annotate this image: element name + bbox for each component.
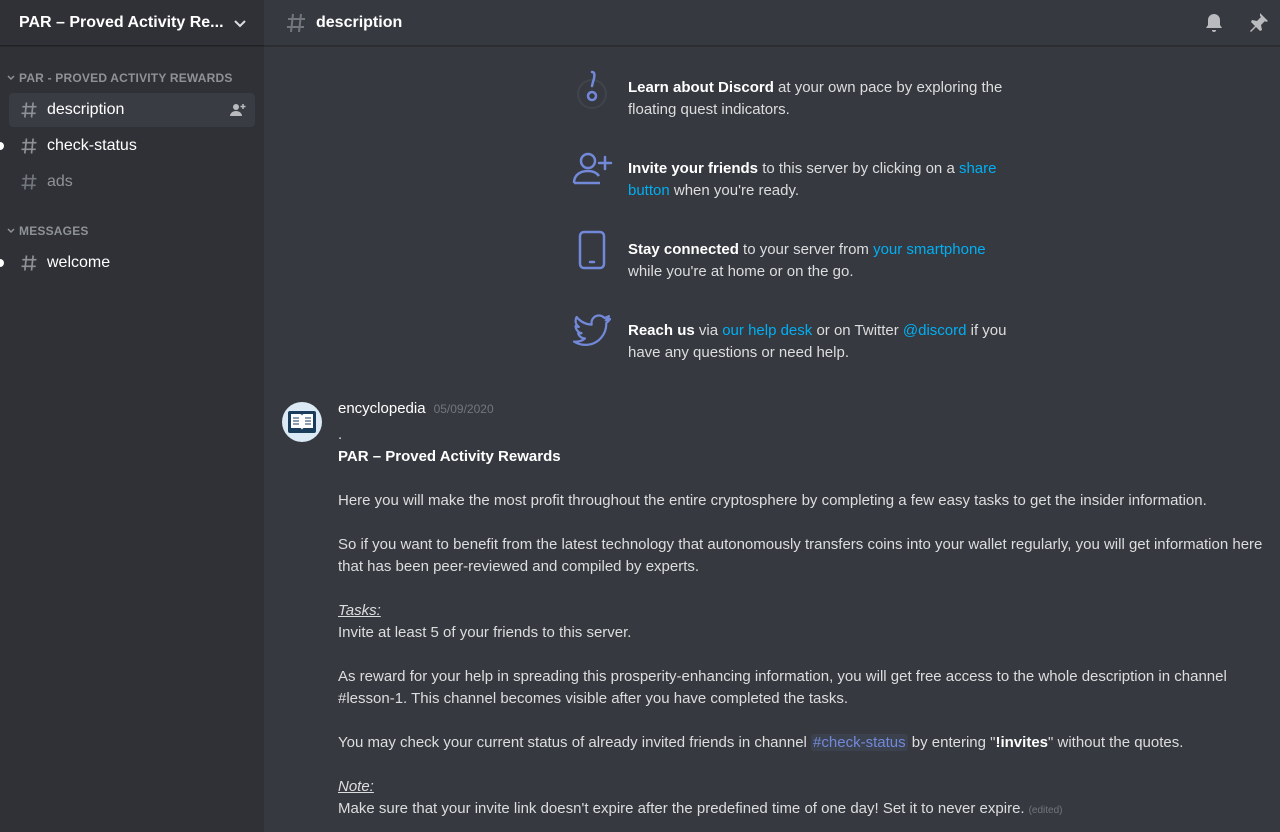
- sidebar-channel-welcome[interactable]: welcome: [0, 246, 255, 280]
- message-text: by entering ": [907, 734, 996, 751]
- smartphone-icon: [570, 228, 614, 272]
- tip-bold: Learn about Discord: [628, 79, 774, 96]
- category-label: MESSAGES: [19, 224, 89, 238]
- message-title: PAR – Proved Activity Rewards: [338, 448, 561, 465]
- hash-icon: [21, 255, 37, 271]
- add-friend-icon: [570, 147, 614, 191]
- message-timestamp: 05/09/2020: [433, 402, 494, 416]
- tip-learn: Learn about Discord at your own pace by …: [570, 66, 1020, 121]
- tip-bold: Invite your friends: [628, 160, 759, 177]
- channel-label: check-status: [47, 137, 137, 154]
- channel-sidebar: PAR – Proved Activity Re... PAR - PROVED…: [0, 0, 264, 832]
- tip-body: while you're at home or on the go.: [628, 263, 854, 280]
- category-par[interactable]: PAR - PROVED ACTIVITY REWARDS: [0, 68, 264, 88]
- category-label: PAR - PROVED ACTIVITY REWARDS: [19, 71, 233, 85]
- pin-icon[interactable]: [1246, 11, 1270, 35]
- message-paragraph: Make sure that your invite link doesn't …: [338, 798, 1272, 822]
- channel-label: ads: [47, 173, 73, 190]
- unread-indicator: [0, 142, 4, 150]
- chevron-down-icon: [7, 228, 15, 234]
- message-text: " without the quotes.: [1048, 734, 1184, 751]
- hash-icon: [287, 13, 305, 32]
- hash-icon: [21, 174, 37, 190]
- category-messages[interactable]: MESSAGES: [0, 221, 264, 241]
- tip-body: when you're ready.: [669, 182, 800, 199]
- tip-bold: Stay connected: [628, 241, 739, 258]
- avatar[interactable]: [282, 402, 322, 442]
- tip-invite: Invite your friends to this server by cl…: [570, 147, 1020, 202]
- tip-body: via: [694, 322, 723, 339]
- help-desk-link[interactable]: our help desk: [722, 322, 812, 339]
- tip-body: to your server from: [738, 241, 874, 258]
- bell-icon[interactable]: [1202, 11, 1226, 35]
- sidebar-channel-check-status[interactable]: check-status: [0, 129, 255, 163]
- server-name: PAR – Proved Activity Re...: [19, 13, 224, 31]
- message-author[interactable]: encyclopedia: [338, 400, 426, 417]
- unread-indicator: [0, 259, 4, 267]
- message-content: . PAR – Proved Activity Rewards Here you…: [338, 424, 1272, 822]
- chat-message: encyclopedia 05/09/2020 . PAR – Proved A…: [282, 398, 1272, 822]
- book-icon: [288, 411, 316, 433]
- twitter-handle-link[interactable]: @discord: [903, 322, 967, 339]
- smartphone-link[interactable]: your smartphone: [873, 241, 986, 258]
- message-text: Make sure that your invite link doesn't …: [338, 800, 1025, 817]
- edited-label: (edited): [1028, 805, 1063, 816]
- tasks-label: Tasks:: [338, 602, 381, 619]
- tip-body: or on Twitter: [812, 322, 903, 339]
- hash-icon: [21, 102, 37, 118]
- tip-reach: Reach us via our help desk or on Twitter…: [570, 309, 1020, 364]
- channel-label: welcome: [47, 254, 111, 271]
- message-paragraph: Here you will make the most profit throu…: [338, 492, 1207, 509]
- tip-connected: Stay connected to your server from your …: [570, 228, 1020, 283]
- command-text: !invites: [995, 734, 1048, 751]
- message-paragraph: You may check your current status of alr…: [338, 732, 1272, 754]
- message-paragraph: As reward for your help in spreading thi…: [338, 668, 1227, 707]
- quest-icon: [570, 66, 614, 110]
- create-invite-icon[interactable]: [229, 101, 247, 119]
- message-paragraph: So if you want to benefit from the lates…: [338, 536, 1263, 575]
- welcome-tips: Learn about Discord at your own pace by …: [570, 66, 1020, 390]
- channel-label: description: [47, 101, 125, 118]
- channel-header: description: [264, 0, 1280, 46]
- chevron-down-icon: [7, 75, 15, 81]
- server-header[interactable]: PAR – Proved Activity Re...: [0, 0, 264, 46]
- hash-icon: [21, 138, 37, 154]
- note-label: Note:: [338, 778, 374, 795]
- message-paragraph: Invite at least 5 of your friends to thi…: [338, 624, 632, 641]
- sidebar-channel-description[interactable]: description: [9, 93, 255, 127]
- chevron-down-icon: [234, 19, 246, 27]
- channel-title: description: [316, 13, 403, 31]
- tip-bold: Reach us: [628, 322, 695, 339]
- message-line: .: [338, 426, 343, 443]
- message-text: You may check your current status of alr…: [338, 734, 812, 751]
- tip-body: to this server by clicking on a: [758, 160, 959, 177]
- sidebar-channel-ads[interactable]: ads: [9, 165, 255, 199]
- channel-mention[interactable]: #check-status: [811, 734, 908, 751]
- twitter-icon: [570, 309, 614, 353]
